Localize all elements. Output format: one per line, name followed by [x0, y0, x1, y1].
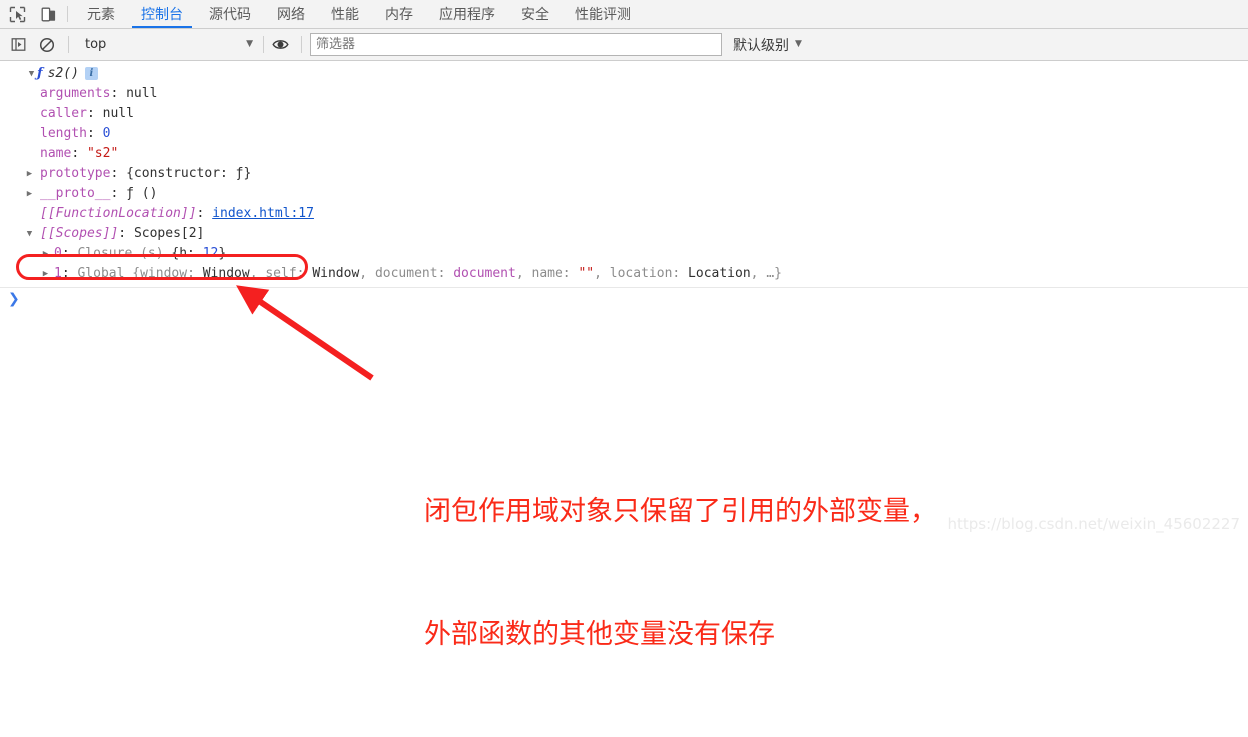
property-name: prototype [40, 166, 111, 181]
execution-context-select[interactable]: top ▼ [77, 34, 259, 56]
property-separator: : [61, 246, 78, 261]
devtools-tab-strip: 元素 控制台 源代码 网络 性能 内存 应用程序 安全 性能评测 [0, 0, 1248, 29]
tab-application[interactable]: 应用程序 [426, 0, 508, 28]
scope-kind: Global [77, 266, 133, 281]
property-value: null [102, 106, 134, 121]
scope-index: 0 [54, 246, 62, 261]
console-row-arguments: arguments : null [0, 84, 1248, 104]
devtools-tool-icons [0, 0, 63, 28]
property-name: name [40, 146, 72, 161]
tab-security[interactable]: 安全 [508, 0, 562, 28]
console-row-scopes[interactable]: ▼ [[Scopes]] : Scopes[2] [0, 224, 1248, 244]
property-separator: : [110, 86, 127, 101]
tab-memory[interactable]: 内存 [372, 0, 426, 28]
toolbar-divider [67, 6, 68, 22]
closure-variable-value: 12 [202, 246, 219, 261]
tab-elements[interactable]: 元素 [74, 0, 128, 28]
console-row-caller: caller : null [0, 104, 1248, 124]
property-value: "s2" [86, 146, 119, 161]
console-log-level-select[interactable]: 默认级别 ▼ [733, 35, 802, 55]
tab-label: 内存 [385, 7, 413, 23]
property-separator: : [86, 126, 103, 141]
tab-lighthouse[interactable]: 性能评测 [562, 0, 644, 28]
tab-label: 控制台 [141, 7, 183, 23]
tab-label: 元素 [87, 7, 115, 23]
chevron-down-icon: ▼ [795, 39, 802, 49]
property-value: null [126, 86, 158, 101]
scope-kind: Closure (s) [77, 246, 172, 261]
property-separator: : [86, 106, 103, 121]
console-row-prototype[interactable]: ▶ prototype : {constructor: ƒ} [0, 164, 1248, 184]
property-value: ƒ () [126, 186, 158, 201]
property-name: arguments [40, 86, 111, 101]
property-name: length [40, 126, 87, 141]
annotation-text: 闭包作用域对象只保留了引用的外部变量， 外部函数的其他变量没有保存 [424, 409, 937, 737]
prompt-arrow-icon: ❯ [8, 291, 20, 307]
console-sidebar-toggle-icon[interactable] [6, 33, 30, 57]
clear-console-icon[interactable] [35, 33, 59, 57]
live-expression-icon[interactable] [268, 33, 292, 57]
property-name: __proto__ [40, 186, 111, 201]
tab-label: 源代码 [209, 7, 251, 23]
console-row-function-root[interactable]: ▼ ƒ s2() i [0, 64, 1248, 84]
scope-value: {window: Window, self: Window, document:… [132, 266, 782, 281]
chevron-down-icon: ▼ [246, 39, 253, 49]
console-row-function-location: [[FunctionLocation]] : index.html:17 [0, 204, 1248, 224]
function-glyph-icon: ƒ [37, 66, 43, 81]
disclosure-triangle-icon[interactable]: ▼ [24, 224, 35, 244]
property-name: caller [40, 106, 87, 121]
filterbar-divider-1 [68, 36, 69, 53]
log-level-label: 默认级别 [733, 37, 789, 54]
console-output: ▼ ƒ s2() i arguments : null caller : nul… [0, 61, 1248, 310]
annotation-line-2: 外部函数的其他变量没有保存 [424, 619, 775, 650]
panel-tabs: 元素 控制台 源代码 网络 性能 内存 应用程序 安全 性能评测 [74, 0, 644, 28]
console-row-scope-global[interactable]: ▶ 1 : Global {window: Window, self: Wind… [0, 264, 1248, 284]
tab-label: 安全 [521, 7, 549, 23]
disclosure-triangle-icon[interactable]: ▶ [40, 264, 51, 284]
device-toolbar-icon[interactable] [37, 3, 59, 25]
tab-label: 性能评测 [575, 7, 631, 23]
property-separator: : [71, 146, 87, 161]
tab-console[interactable]: 控制台 [128, 0, 196, 28]
disclosure-triangle-icon[interactable]: ▶ [40, 244, 51, 264]
tab-label: 网络 [277, 7, 305, 23]
property-separator: : [196, 206, 213, 221]
execution-context-value: top [85, 37, 107, 52]
function-signature: s2() [47, 66, 79, 81]
disclosure-triangle-icon[interactable]: ▶ [24, 184, 35, 204]
watermark-url: https://blog.csdn.net/weixin_45602227 [947, 515, 1240, 533]
annotation-line-1: 闭包作用域对象只保留了引用的外部变量， [424, 496, 937, 527]
property-separator: : [118, 226, 134, 241]
tab-label: 应用程序 [439, 7, 495, 23]
console-filter-input[interactable] [310, 33, 722, 56]
tab-sources[interactable]: 源代码 [196, 0, 264, 28]
filterbar-divider-3 [301, 36, 302, 53]
inspect-element-icon[interactable] [6, 3, 28, 25]
tab-label: 性能 [331, 7, 359, 23]
property-separator: : [61, 266, 78, 281]
console-prompt-row[interactable]: ❯ [0, 288, 1248, 310]
scope-value: {h: 12} [171, 246, 227, 261]
property-name: [[Scopes]] [40, 226, 119, 241]
console-row-length: length : 0 [0, 124, 1248, 144]
filterbar-divider-2 [263, 36, 264, 53]
tab-performance[interactable]: 性能 [318, 0, 372, 28]
property-separator: : [110, 186, 127, 201]
console-row-scope-closure[interactable]: ▶ 0 : Closure (s) {h: 12} [0, 244, 1248, 264]
disclosure-triangle-icon[interactable]: ▶ [24, 164, 35, 184]
scope-index: 1 [54, 266, 62, 281]
tab-network[interactable]: 网络 [264, 0, 318, 28]
console-row-proto[interactable]: ▶ __proto__ : ƒ () [0, 184, 1248, 204]
property-value: 0 [102, 126, 111, 141]
disclosure-triangle-icon[interactable]: ▼ [26, 64, 37, 84]
console-row-name: name : "s2" [0, 144, 1248, 164]
info-badge-icon[interactable]: i [84, 67, 98, 80]
property-name: [[FunctionLocation]] [40, 206, 197, 221]
console-filter-toolbar: top ▼ 默认级别 ▼ [0, 29, 1248, 61]
property-value: Scopes[2] [133, 226, 205, 241]
property-value: {constructor: ƒ} [126, 166, 252, 181]
property-separator: : [110, 166, 127, 181]
source-location-link[interactable]: index.html:17 [212, 204, 314, 224]
